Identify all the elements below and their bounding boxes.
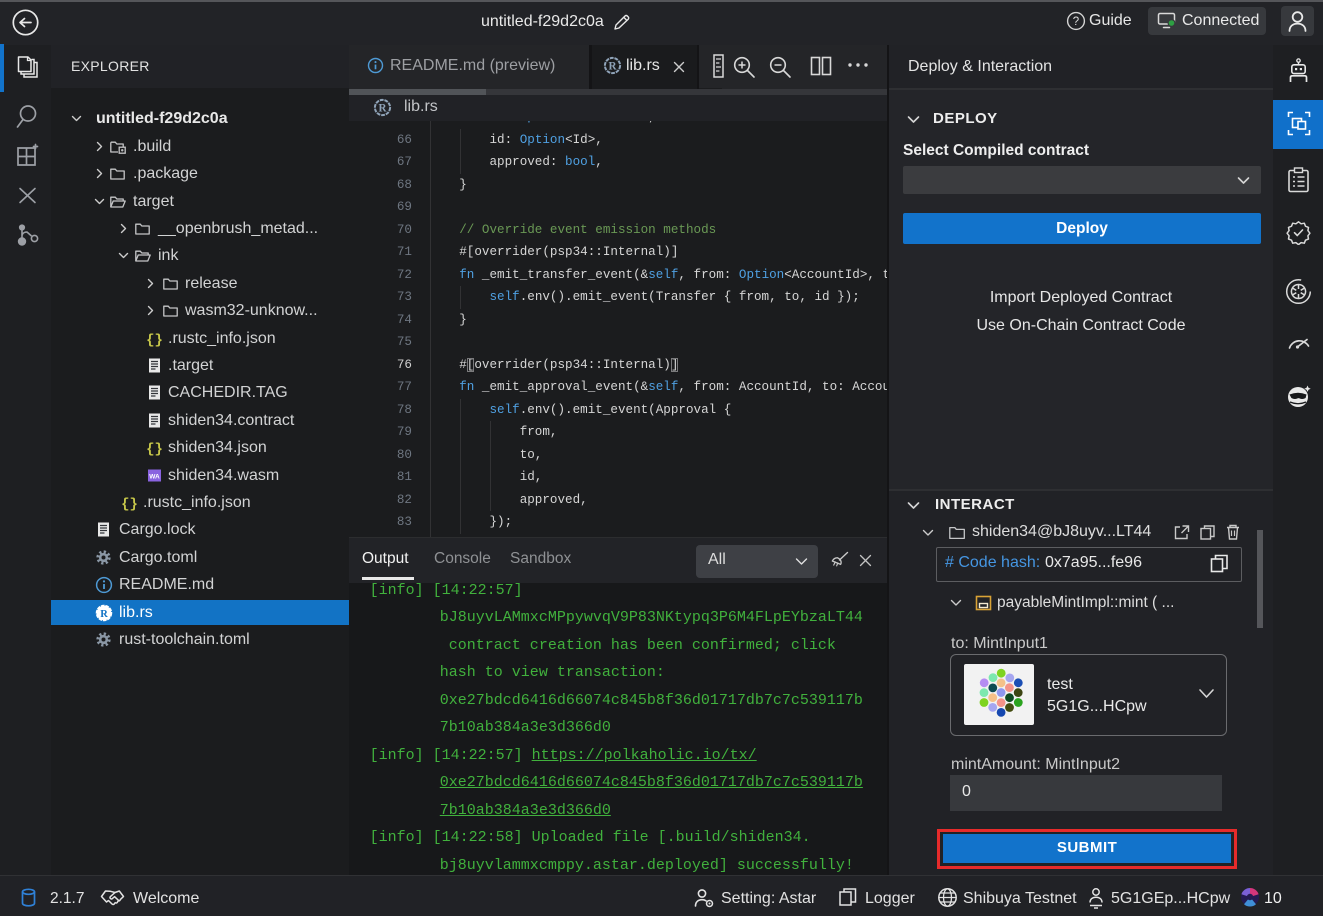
svg-text:R: R (100, 609, 108, 620)
svg-text:R: R (608, 61, 617, 73)
svg-text:R: R (378, 103, 387, 115)
svg-text:{}: {} (146, 332, 163, 347)
svg-text:?: ? (1073, 16, 1079, 28)
svg-text:{}: {} (146, 442, 163, 457)
svg-text:{}: {} (121, 497, 138, 512)
svg-text:WA: WA (149, 473, 160, 480)
